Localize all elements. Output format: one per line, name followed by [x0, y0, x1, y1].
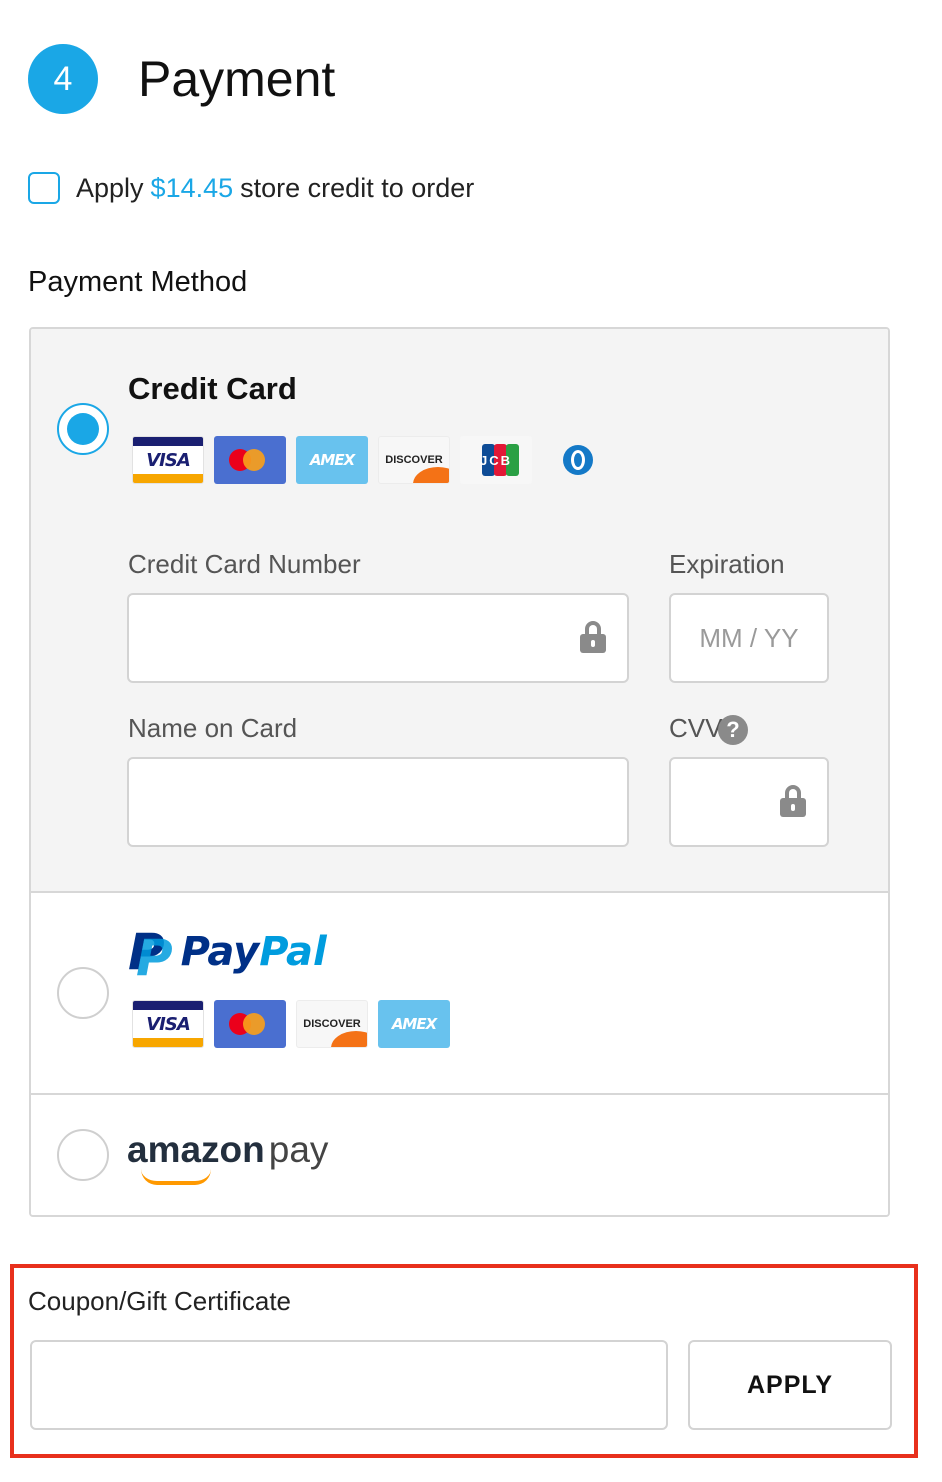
discover-logo-icon: DISCOVER: [296, 1000, 368, 1048]
payment-option-amazon-pay[interactable]: amazon pay: [31, 1095, 888, 1215]
coupon-section: Coupon/Gift Certificate APPLY: [10, 1264, 918, 1458]
visa-logo-icon: VISA: [132, 436, 204, 484]
discover-logo-icon: DISCOVER: [378, 436, 450, 484]
amazon-pay-radio[interactable]: [57, 1129, 109, 1181]
paypal-logo-icon: PP PayPal: [128, 923, 327, 987]
payment-option-paypal[interactable]: PP PayPal VISA DISCOVER AMEX: [31, 893, 888, 1095]
credit-card-title: Credit Card: [128, 371, 297, 406]
amex-logo-icon: AMEX: [378, 1000, 450, 1048]
mastercard-logo-icon: [214, 436, 286, 484]
amazon-pay-logo-icon: amazon pay: [127, 1129, 328, 1185]
visa-logo-icon: VISA: [132, 1000, 204, 1048]
paypal-radio[interactable]: [57, 967, 109, 1019]
store-credit-option[interactable]: Apply $14.45 store credit to order: [28, 172, 474, 204]
credit-card-logos: VISA AMEX DISCOVER JCB: [132, 436, 614, 484]
expiration-input[interactable]: [669, 593, 829, 683]
step-header: 4 Payment: [28, 44, 335, 114]
cvv-label: CVV: [669, 713, 723, 743]
coupon-input[interactable]: [30, 1340, 668, 1430]
mastercard-logo-icon: [214, 1000, 286, 1048]
apply-coupon-button[interactable]: APPLY: [688, 1340, 892, 1430]
paypal-card-logos: VISA DISCOVER AMEX: [132, 1000, 450, 1048]
store-credit-checkbox[interactable]: [28, 172, 60, 204]
card-number-input[interactable]: [127, 593, 629, 683]
payment-method-list: Credit Card VISA AMEX DISCOVER JCB Credi…: [29, 327, 890, 1217]
cvv-lock-icon: [780, 785, 806, 817]
name-on-card-label: Name on Card: [128, 713, 298, 743]
amex-logo-icon: AMEX: [296, 436, 368, 484]
payment-option-credit-card[interactable]: Credit Card VISA AMEX DISCOVER JCB Credi…: [31, 329, 888, 893]
jcb-logo-icon: JCB: [460, 436, 532, 484]
card-number-lock-icon: [580, 621, 606, 653]
payment-method-heading: Payment Method: [28, 266, 248, 298]
step-number-badge: 4: [28, 44, 98, 114]
store-credit-prefix: Apply: [76, 172, 144, 203]
expiration-label: Expiration: [669, 549, 785, 579]
name-on-card-input[interactable]: [127, 757, 629, 847]
page-title: Payment: [138, 51, 336, 107]
coupon-label: Coupon/Gift Certificate: [28, 1286, 292, 1316]
credit-card-radio[interactable]: [57, 403, 109, 455]
card-number-label: Credit Card Number: [128, 549, 361, 579]
store-credit-amount: $14.45: [150, 172, 234, 203]
store-credit-suffix: store credit to order: [240, 172, 475, 203]
cvv-help-icon[interactable]: ?: [718, 715, 748, 745]
diners-club-logo-icon: [542, 436, 614, 484]
